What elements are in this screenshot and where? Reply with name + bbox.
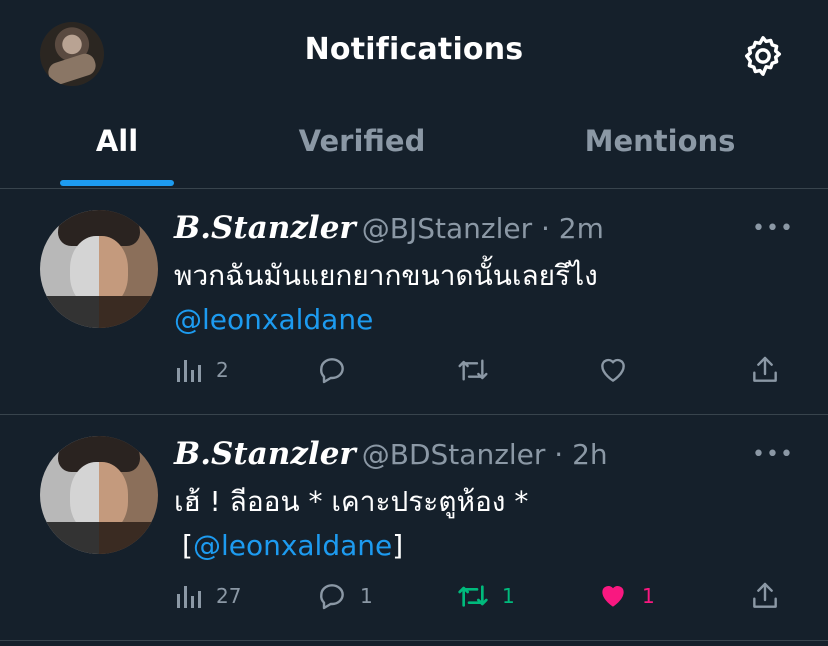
views-icon [174,582,204,610]
reply-button[interactable]: 1 [316,576,373,616]
more-icon[interactable]: ••• [752,442,793,467]
like-count: 1 [642,584,655,608]
views-button[interactable]: 27 [174,576,241,616]
share-button[interactable] [748,350,782,390]
mention-link[interactable]: @leonxaldane [193,529,392,562]
tweet-actions: 2 [0,350,828,390]
avatar[interactable] [40,436,158,554]
tab-all[interactable]: All [60,124,174,158]
views-count: 27 [216,584,242,608]
tweet-text-line: เฮ้ ! ลีออน * เคาะประตูห้อง * [174,485,529,518]
views-count: 2 [216,358,229,382]
tweet-meta: @BJStanzler · 2m [361,212,604,245]
tab-mentions[interactable]: Mentions [570,124,750,158]
tweet-author-name[interactable]: B.Stanzler [174,436,356,472]
views-icon [174,356,204,384]
tab-verified[interactable]: Verified [274,124,450,158]
share-button[interactable] [748,576,782,616]
divider [0,640,828,641]
more-icon[interactable]: ••• [752,216,793,241]
active-tab-indicator [60,180,174,186]
tweet-meta: @BDStanzler · 2h [361,438,608,471]
tweet-text-line: พวกฉันมันแยกยากขนาดนั้นเลยรึไง [174,259,598,292]
reply-icon [316,354,348,386]
mention-link[interactable]: @leonxaldane [174,303,373,336]
page-title: Notifications [304,32,524,67]
reply-icon [316,580,348,612]
like-button[interactable] [596,350,630,390]
retweet-button[interactable] [456,350,490,390]
tweet-prefix: [ [182,529,193,562]
share-icon [748,354,782,386]
retweet-count: 1 [502,584,515,608]
tweet-actions: 27 1 1 1 [0,576,828,616]
heart-icon [596,354,630,386]
like-button[interactable]: 1 [596,576,655,616]
gear-icon[interactable] [740,33,786,79]
tweet-author-name[interactable]: B.Stanzler [174,210,356,246]
share-icon [748,580,782,612]
avatar[interactable] [40,210,158,328]
tweet-suffix: ] [392,529,404,562]
tweet-item[interactable]: B.Stanzler @BJStanzler · 2m ••• พวกฉันมัน… [0,188,828,414]
tweet-text: พวกฉันมันแยกยากขนาดนั้นเลยรึไง @leonxald… [174,254,598,342]
reply-button[interactable] [316,350,348,390]
views-button[interactable]: 2 [174,350,229,390]
tweet-text: เฮ้ ! ลีออน * เคาะประตูห้อง * [@leonxald… [174,480,528,568]
retweet-button[interactable]: 1 [456,576,515,616]
heart-icon [596,580,630,612]
tweet-item[interactable]: B.Stanzler @BDStanzler · 2h ••• เฮ้ ! ลีอ… [0,414,828,640]
tab-bar: All Verified Mentions [0,108,828,188]
retweet-icon [456,580,490,612]
header: Notifications [0,0,828,108]
retweet-icon [456,354,490,386]
reply-count: 1 [360,584,373,608]
